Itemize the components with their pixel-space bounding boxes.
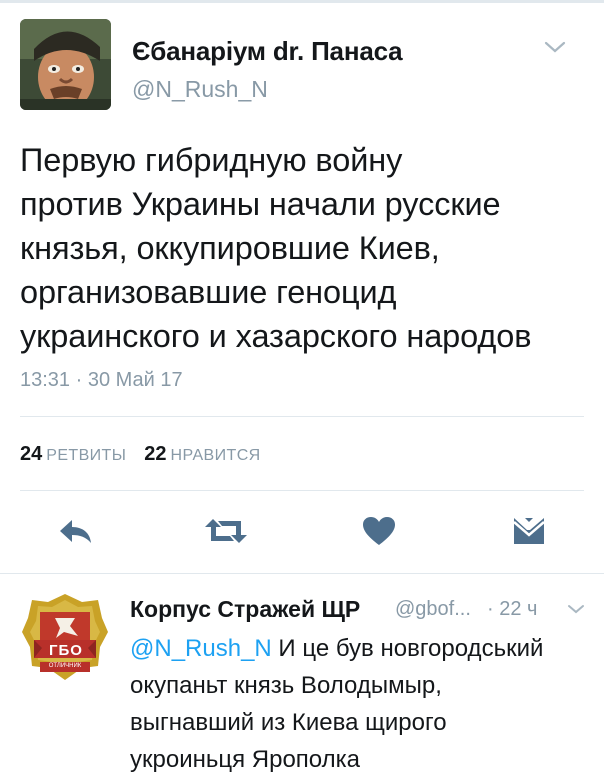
- reply-text-line: укроиньця Ярополка: [130, 746, 360, 773]
- reply-button[interactable]: [52, 513, 100, 553]
- reply-text-segment: И це був новгородський: [271, 635, 544, 662]
- tweet-text-line: организовавшие геноцид: [20, 274, 397, 310]
- reply-text-line: выгнавший из Киева щирого: [130, 709, 447, 736]
- reply-text-line: @N_Rush_N И це був новгородський: [130, 630, 600, 667]
- tweet-stats: 24 РЕТВИТЫ 22 НРАВИТСЯ: [20, 443, 261, 466]
- tweet-text-line: против Украины начали русские: [20, 186, 501, 222]
- like-button[interactable]: [355, 513, 403, 553]
- reply-handle[interactable]: @gbof...: [395, 598, 471, 621]
- likes-count: 22: [144, 443, 167, 465]
- mention-link[interactable]: @N_Rush_N: [130, 635, 272, 662]
- reply-time[interactable]: · 22 ч: [487, 598, 537, 621]
- tweet-text: Первую гибридную войну против Украины на…: [20, 138, 590, 358]
- message-button[interactable]: [505, 513, 553, 553]
- divider: [20, 490, 584, 491]
- avatar[interactable]: [20, 19, 111, 110]
- user-handle[interactable]: @N_Rush_N: [132, 76, 268, 103]
- divider: [20, 416, 584, 417]
- retweet-button[interactable]: [200, 513, 252, 553]
- retweets-count: 24: [20, 443, 43, 465]
- reply-text-line: окупаньт князь Володымыр,: [130, 672, 442, 699]
- tweet-timestamp[interactable]: 13:31 · 30 Май 17: [20, 369, 183, 392]
- tweet-text-line: Первую гибридную войну: [20, 142, 403, 178]
- reply-avatar[interactable]: ГБО ОТЛИЧНИК: [20, 592, 111, 685]
- display-name[interactable]: Єбанаріум dr. Панаса: [132, 36, 403, 67]
- divider: [0, 573, 604, 574]
- chevron-down-icon[interactable]: [543, 38, 567, 56]
- retweets-stat[interactable]: 24 РЕТВИТЫ: [20, 443, 126, 465]
- tweet-text-line: князья, оккупировшие Киев,: [20, 230, 440, 266]
- reply-icon: [56, 516, 96, 551]
- tweet-text-line: украинского и хазарского народов: [20, 318, 532, 354]
- retweet-icon: [202, 516, 250, 551]
- badge-text: ГБО: [49, 642, 83, 659]
- badge-subtext: ОТЛИЧНИК: [48, 663, 82, 669]
- envelope-icon: [511, 515, 547, 552]
- main-tweet: Єбанаріум dr. Панаса @N_Rush_N Первую ги…: [0, 0, 604, 573]
- likes-stat[interactable]: 22 НРАВИТСЯ: [144, 443, 260, 465]
- likes-label: НРАВИТСЯ: [170, 447, 261, 464]
- reply-text: @N_Rush_N И це був новгородський окупань…: [130, 630, 600, 778]
- heart-icon: [361, 515, 397, 552]
- chevron-down-icon[interactable]: [566, 602, 586, 616]
- reply-display-name[interactable]: Корпус Стражей ЩР: [130, 596, 360, 623]
- retweets-label: РЕТВИТЫ: [46, 447, 127, 464]
